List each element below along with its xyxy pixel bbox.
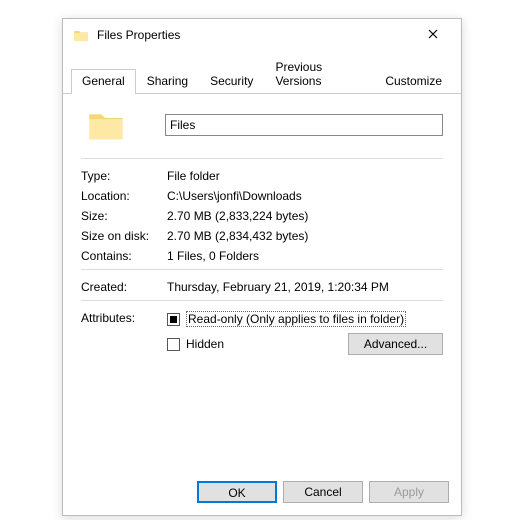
- general-pane: Type: File folder Location: C:\Users\jon…: [63, 94, 461, 473]
- hidden-label: Hidden: [186, 337, 224, 351]
- sizeondisk-value: 2.70 MB (2,834,432 bytes): [167, 229, 443, 243]
- window-title: Files Properties: [97, 28, 413, 42]
- button-bar: OK Cancel Apply: [63, 473, 461, 515]
- tab-sharing[interactable]: Sharing: [136, 69, 199, 93]
- size-value: 2.70 MB (2,833,224 bytes): [167, 209, 443, 223]
- tab-customize[interactable]: Customize: [374, 69, 453, 93]
- size-label: Size:: [81, 209, 167, 223]
- ok-button[interactable]: OK: [197, 481, 277, 503]
- location-label: Location:: [81, 189, 167, 203]
- contains-label: Contains:: [81, 249, 167, 263]
- readonly-label: Read-only (Only applies to files in fold…: [186, 311, 406, 327]
- created-label: Created:: [81, 280, 167, 294]
- location-value: C:\Users\jonfi\Downloads: [167, 189, 443, 203]
- type-label: Type:: [81, 169, 167, 183]
- attributes-label: Attributes:: [81, 311, 167, 325]
- folder-name-input[interactable]: [165, 114, 443, 136]
- folder-icon: [73, 27, 89, 43]
- properties-window: Files Properties General Sharing Securit…: [62, 18, 462, 516]
- type-value: File folder: [167, 169, 443, 183]
- readonly-checkbox[interactable]: [167, 313, 180, 326]
- sizeondisk-label: Size on disk:: [81, 229, 167, 243]
- hidden-checkbox[interactable]: [167, 338, 180, 351]
- cancel-button[interactable]: Cancel: [283, 481, 363, 503]
- close-button[interactable]: [413, 28, 453, 42]
- tab-general[interactable]: General: [71, 69, 136, 94]
- tab-strip: General Sharing Security Previous Versio…: [63, 55, 461, 94]
- contains-value: 1 Files, 0 Folders: [167, 249, 443, 263]
- tab-previous-versions[interactable]: Previous Versions: [264, 55, 374, 93]
- folder-icon: [87, 106, 125, 144]
- apply-button[interactable]: Apply: [369, 481, 449, 503]
- created-value: Thursday, February 21, 2019, 1:20:34 PM: [167, 280, 443, 294]
- titlebar: Files Properties: [63, 19, 461, 51]
- tab-security[interactable]: Security: [199, 69, 264, 93]
- advanced-button[interactable]: Advanced...: [348, 333, 443, 355]
